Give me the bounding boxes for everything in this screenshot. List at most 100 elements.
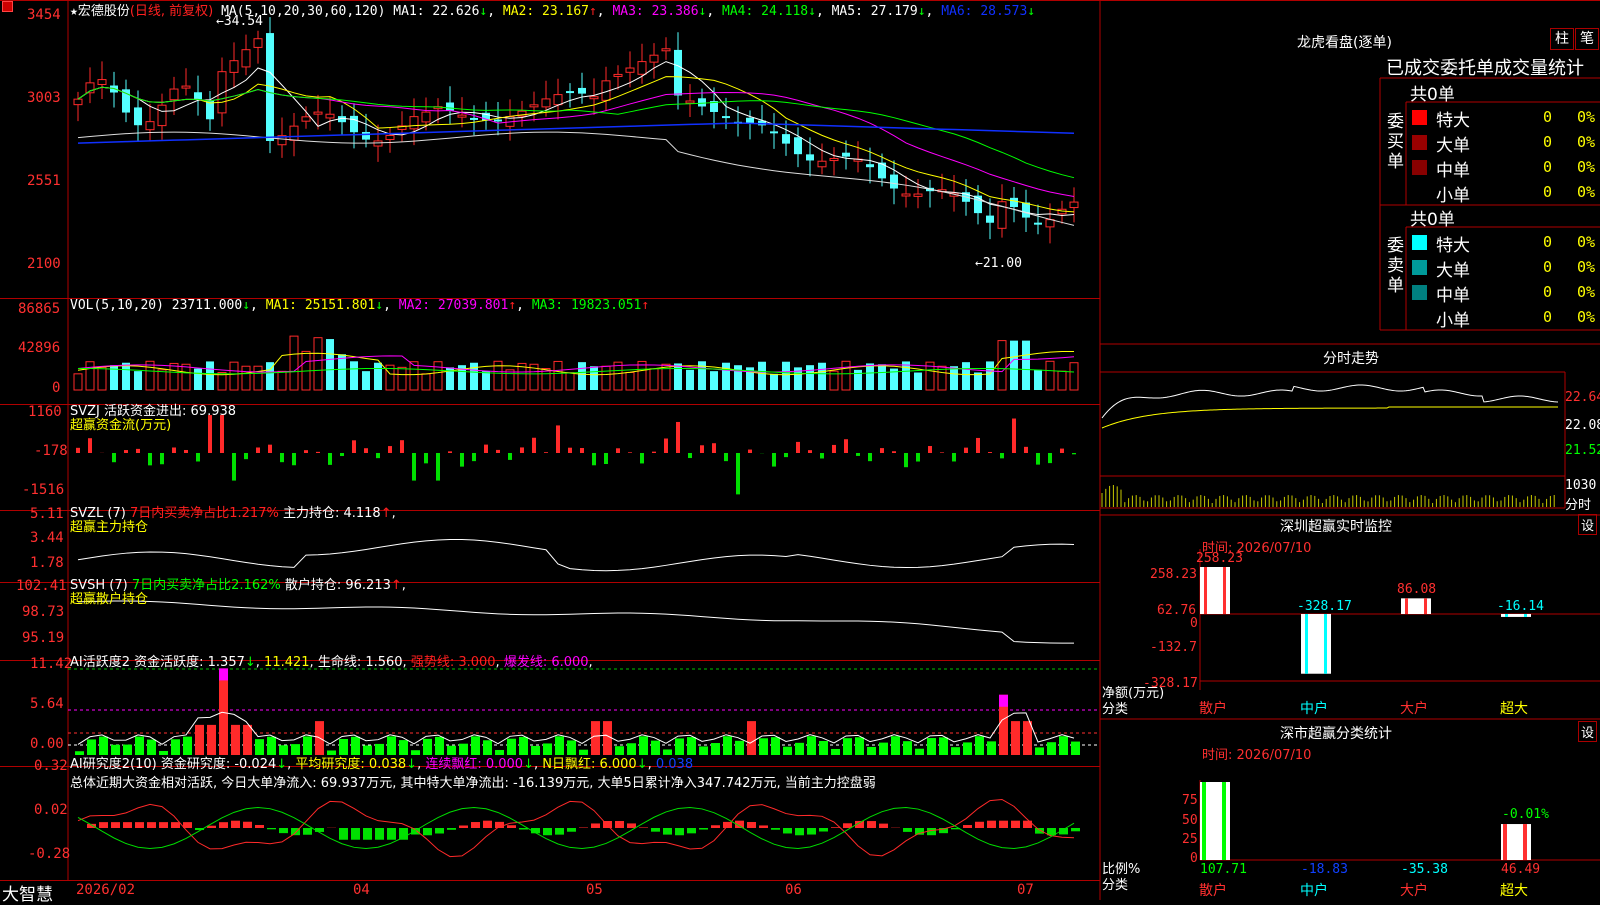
- date-tick-2: 04: [353, 882, 370, 898]
- class-set-button[interactable]: 设: [1578, 721, 1597, 742]
- flow-bar-down: [952, 453, 956, 461]
- activity-bar: [1071, 742, 1080, 755]
- vol-bar-up: [182, 364, 190, 390]
- flow-bar-up: [496, 450, 500, 453]
- flow-bar-up: [208, 415, 212, 453]
- flow-bar-down: [640, 453, 644, 463]
- research-bar-down: [663, 828, 672, 835]
- activity-bar: [951, 747, 960, 755]
- activity-bar: [915, 749, 924, 755]
- vol-bar-down: [758, 362, 766, 390]
- chart-mode[interactable]: (日线, 前复权): [130, 4, 213, 19]
- candle-up: [554, 95, 562, 105]
- date-tick-3: 05: [586, 882, 603, 898]
- date-tick-1: 2026/02: [76, 882, 135, 898]
- flow-bar-down: [412, 453, 416, 481]
- low-mark: ←21.00: [975, 256, 1022, 271]
- vol-bar-up: [170, 363, 178, 390]
- vol-bar-up: [626, 372, 634, 390]
- tab-bar[interactable]: 柱: [1550, 28, 1574, 50]
- ma5-value: MA5: 27.179: [832, 4, 918, 19]
- class-category: 中户: [1300, 880, 1328, 900]
- star-icon[interactable]: ★: [70, 4, 78, 19]
- research-bar-up: [135, 822, 144, 828]
- research-bar-down: [675, 828, 684, 835]
- candle-down: [494, 119, 502, 121]
- activity-bar: [195, 725, 204, 755]
- vol-bar-down: [770, 374, 778, 390]
- candle-down: [1034, 223, 1042, 225]
- buy-swatch: [1412, 110, 1427, 125]
- activity-bar: [987, 741, 996, 755]
- monitor-category: 大户: [1400, 698, 1428, 718]
- flow-bar-up: [400, 440, 404, 453]
- flow-bar-up: [256, 447, 260, 453]
- research-tick-2: 0.02: [34, 802, 68, 818]
- research-bar-up: [99, 822, 108, 828]
- research-tick-1: 0.32: [34, 758, 68, 774]
- candle-up: [410, 117, 418, 129]
- vol-bar-up: [98, 367, 106, 390]
- research-bar-up: [159, 822, 168, 828]
- intraday-avg-line: [1102, 407, 1558, 428]
- research-bar-up: [963, 825, 972, 828]
- candle-up: [818, 161, 826, 167]
- vol-bar-down: [194, 369, 202, 390]
- activity-bar: [711, 743, 720, 755]
- vol-bar-up: [398, 367, 406, 390]
- vol-bar-down: [1034, 370, 1042, 390]
- flow-bar-down: [1048, 453, 1052, 463]
- flow-bar-down: [1072, 453, 1076, 454]
- research-bar-up: [255, 825, 264, 828]
- vol-bar-down: [674, 363, 682, 390]
- flow-bar-down: [160, 453, 164, 464]
- vol-bar-down: [902, 361, 910, 390]
- header-line: ★宏德股份(日线, 前复权) MA(5,10,20,30,60,120) MA1…: [70, 0, 1035, 19]
- candle-up: [386, 135, 394, 139]
- flow-bar-down: [376, 453, 380, 458]
- buy-row-pct: 0%: [1577, 158, 1595, 176]
- candle-up: [650, 55, 658, 62]
- vol-bar-down: [950, 366, 958, 390]
- candle-down: [470, 118, 478, 120]
- research-bar-down: [351, 828, 360, 840]
- vol-bar-up: [422, 374, 430, 390]
- candle-down: [722, 116, 730, 118]
- flow-bar-down: [904, 453, 908, 467]
- dragon-title: 龙虎看盘(逐单): [1297, 32, 1392, 52]
- candle-up: [74, 99, 82, 104]
- research-bar-up: [615, 821, 624, 828]
- buy-row-label: 大单: [1436, 131, 1470, 156]
- tab-tick[interactable]: 笔: [1575, 28, 1599, 50]
- research-bar-up: [147, 822, 156, 828]
- research-bar-down: [927, 828, 936, 835]
- activity-bar: [231, 725, 240, 755]
- vol-ma1: [78, 351, 1074, 374]
- ma-line-2: [78, 77, 1074, 212]
- flow-bar-up: [808, 450, 812, 453]
- intraday-vol-tick: 1030: [1565, 478, 1596, 493]
- candle-up: [1046, 220, 1054, 227]
- vol-bar-down: [374, 363, 382, 390]
- chart-menu-icon[interactable]: [2, 1, 13, 12]
- ma1-value: MA1: 22.626: [393, 4, 479, 19]
- sell-row-pct: 0%: [1577, 283, 1595, 301]
- stock-name[interactable]: 宏德股份: [78, 4, 130, 19]
- monitor-set-button[interactable]: 设: [1578, 514, 1597, 535]
- flow-bar-up: [88, 438, 92, 453]
- flow-bar-down: [460, 453, 464, 467]
- class-category: 散户: [1199, 880, 1227, 900]
- flow-bar-up: [964, 448, 968, 453]
- vol-bar-down: [326, 339, 334, 390]
- intraday-tick-3: 21.52: [1565, 443, 1600, 458]
- research-bar-down: [387, 828, 396, 840]
- intraday-tick-2: 22.08: [1565, 418, 1600, 433]
- buy-row-pct: 0%: [1577, 133, 1595, 151]
- candle-up: [182, 86, 190, 88]
- research-tick-3: -0.28: [28, 846, 70, 862]
- vol-bar-up: [74, 374, 82, 390]
- vol-bar-down: [962, 362, 970, 390]
- research-bar-up: [831, 827, 840, 828]
- buy-swatch: [1412, 185, 1427, 200]
- vol-bar-up: [842, 361, 850, 390]
